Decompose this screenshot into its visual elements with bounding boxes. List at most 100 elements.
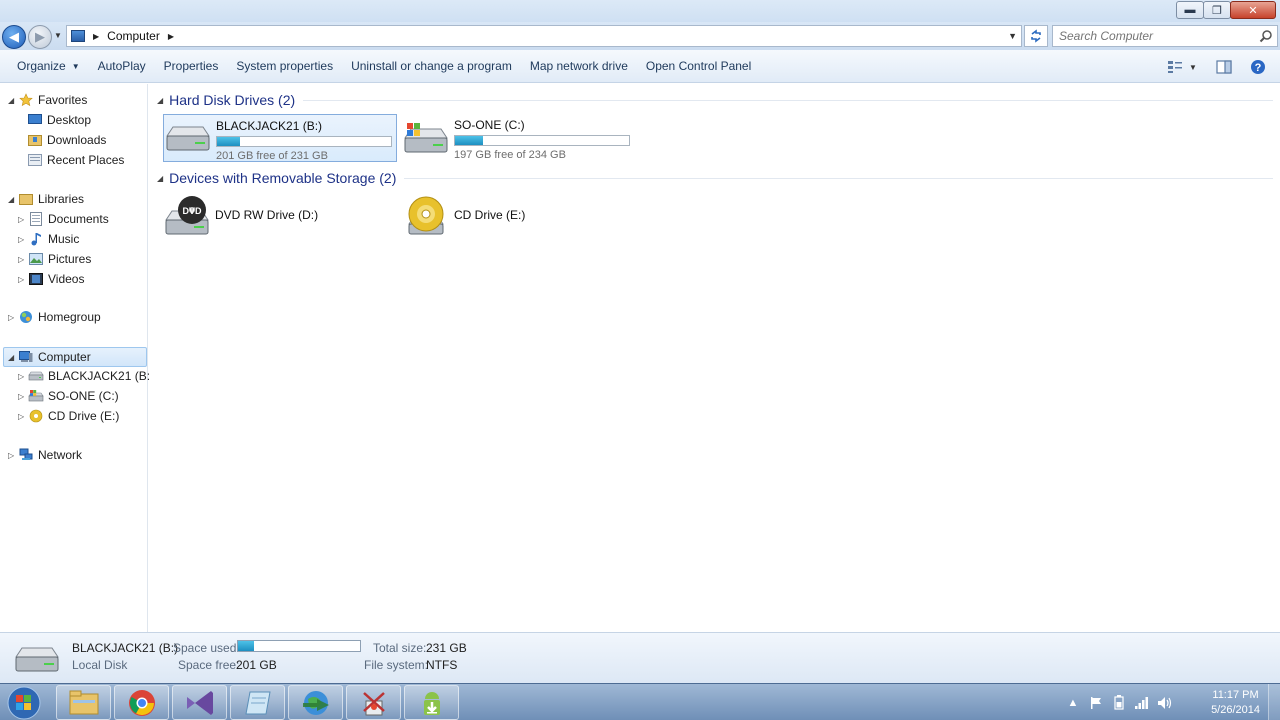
cd-drive-icon (28, 409, 44, 423)
details-space-free-value: 201 GB (236, 658, 277, 672)
search-input[interactable] (1053, 26, 1253, 46)
nav-pictures-label: Pictures (48, 252, 92, 266)
nav-network-label: Network (38, 448, 83, 462)
nav-music[interactable]: ▷ Music (18, 229, 79, 249)
network-signal-icon[interactable] (1134, 695, 1150, 711)
group-header-label: Hard Disk Drives (2) (169, 92, 296, 108)
group-header-hard-disk-drives[interactable]: ◢ Hard Disk Drives (2) (157, 90, 1273, 110)
nav-pictures[interactable]: ▷ Pictures (18, 249, 91, 269)
close-button[interactable]: ✕ (1230, 1, 1276, 19)
expanded-arrow-icon[interactable]: ◢ (8, 195, 18, 204)
drive-tile-blackjack21[interactable]: BLACKJACK21 (B:) 201 GB free of 231 GB (163, 114, 397, 162)
breadcrumb-computer[interactable]: Computer (107, 29, 160, 43)
nav-drive-b[interactable]: ▷ BLACKJACK21 (B:) (18, 366, 154, 386)
star-icon (18, 93, 34, 107)
collapsed-arrow-icon[interactable]: ▷ (18, 275, 28, 284)
device-tile-dvd-rw[interactable]: DVD DVD RW Drive (D:) (163, 192, 397, 240)
taskbar-app-downloader[interactable] (404, 685, 459, 720)
expanded-arrow-icon[interactable]: ◢ (157, 96, 163, 105)
nav-libraries[interactable]: ◢ Libraries (8, 189, 84, 209)
volume-icon[interactable] (1157, 695, 1173, 711)
libraries-icon (18, 192, 34, 206)
hard-drive-icon (14, 645, 60, 678)
back-button[interactable]: ◀ (2, 25, 26, 49)
battery-icon[interactable] (1111, 695, 1127, 711)
collapsed-arrow-icon[interactable]: ▷ (18, 235, 28, 244)
forward-button[interactable]: ▶ (28, 25, 52, 49)
nav-drive-e[interactable]: ▷ CD Drive (E:) (18, 406, 119, 426)
map-network-drive-button[interactable]: Map network drive (521, 54, 637, 78)
expanded-arrow-icon[interactable]: ◢ (157, 174, 163, 183)
refresh-button[interactable] (1024, 25, 1048, 47)
videos-icon (28, 272, 44, 286)
drive-free-space: 197 GB free of 234 GB (454, 149, 566, 161)
nav-documents[interactable]: ▷ Documents (18, 209, 109, 229)
system-clock[interactable]: 11:17 PM 5/26/2014 (1211, 688, 1260, 718)
device-name: CD Drive (E:) (454, 208, 526, 222)
collapsed-arrow-icon[interactable]: ▷ (8, 451, 18, 460)
device-tile-cd-drive[interactable]: CD Drive (E:) (402, 192, 636, 240)
nav-homegroup[interactable]: ▷ Homegroup (8, 307, 101, 327)
nav-network[interactable]: ▷ Network (8, 445, 82, 465)
show-hidden-icons-button[interactable]: ▲ (1065, 695, 1081, 711)
preview-pane-button[interactable] (1214, 58, 1234, 76)
address-dropdown[interactable]: ▼ (1008, 31, 1017, 41)
group-header-removable-storage[interactable]: ◢ Devices with Removable Storage (2) (157, 168, 1273, 188)
expanded-arrow-icon[interactable]: ◢ (8, 353, 18, 362)
nav-recent-places[interactable]: Recent Places (27, 150, 124, 170)
details-drive-type: Local Disk (72, 658, 128, 672)
nav-computer-label: Computer (38, 350, 91, 364)
start-button[interactable] (4, 685, 44, 720)
organize-label: Organize (17, 59, 66, 73)
collapsed-arrow-icon[interactable]: ▷ (18, 215, 28, 224)
breadcrumb-arrow-icon[interactable]: ▶ (168, 32, 174, 41)
collapsed-arrow-icon[interactable]: ▷ (18, 372, 28, 381)
hard-drive-icon (164, 117, 212, 161)
collapsed-arrow-icon[interactable]: ▷ (18, 392, 28, 401)
collapsed-arrow-icon[interactable]: ▷ (18, 412, 28, 421)
taskbar-app-globe[interactable] (288, 685, 343, 720)
open-control-panel-button[interactable]: Open Control Panel (637, 54, 760, 78)
organize-button[interactable]: Organize ▼ (8, 54, 89, 78)
autoplay-button[interactable]: AutoPlay (89, 54, 155, 78)
uninstall-program-button[interactable]: Uninstall or change a program (342, 54, 521, 78)
preview-pane-icon (1216, 60, 1232, 74)
nav-downloads[interactable]: Downloads (27, 130, 106, 150)
taskbar-app-notes[interactable] (230, 685, 285, 720)
taskbar-app-tools[interactable] (346, 685, 401, 720)
chevron-down-icon: ▼ (71, 61, 80, 71)
taskbar-explorer[interactable] (56, 685, 111, 720)
breadcrumb-arrow-icon[interactable]: ▶ (93, 32, 99, 41)
group-divider (303, 99, 1273, 101)
computer-icon (18, 350, 34, 364)
taskbar-chrome[interactable] (114, 685, 169, 720)
nav-favorites[interactable]: ◢ Favorites (8, 90, 87, 110)
details-space-used-label: Space used: (173, 641, 240, 655)
nav-videos[interactable]: ▷ Videos (18, 269, 84, 289)
show-desktop-button[interactable] (1268, 684, 1280, 720)
properties-button[interactable]: Properties (155, 54, 228, 78)
drive-tile-so-one[interactable]: SO-ONE (C:) 197 GB free of 234 GB (402, 114, 636, 162)
taskbar-visual-studio[interactable] (172, 685, 227, 720)
help-button[interactable]: ? (1249, 58, 1267, 76)
action-center-flag-icon[interactable] (1088, 695, 1104, 711)
change-view-button[interactable]: ▼ (1164, 58, 1200, 76)
help-icon: ? (1251, 60, 1265, 74)
minimize-button[interactable]: ▬ (1176, 1, 1204, 19)
nav-desktop-label: Desktop (47, 113, 92, 127)
navigation-pane: ◢ Favorites Desktop Downloads Recent Pla… (0, 84, 154, 632)
nav-computer[interactable]: ◢ Computer (3, 347, 147, 367)
collapsed-arrow-icon[interactable]: ▷ (8, 313, 18, 322)
maximize-button[interactable]: ❐ (1203, 1, 1231, 19)
notepad-icon (244, 691, 271, 714)
recent-pages-dropdown[interactable]: ▼ (54, 31, 62, 40)
group-header-label: Devices with Removable Storage (2) (169, 170, 397, 186)
system-properties-button[interactable]: System properties (227, 54, 342, 78)
nav-desktop[interactable]: Desktop (27, 110, 91, 130)
collapsed-arrow-icon[interactable]: ▷ (18, 255, 28, 264)
search-box[interactable] (1052, 25, 1278, 47)
search-icon[interactable] (1259, 29, 1273, 43)
expanded-arrow-icon[interactable]: ◢ (8, 96, 18, 105)
address-bar[interactable]: ▶ Computer ▶ ▼ (66, 25, 1022, 47)
nav-drive-c[interactable]: ▷ SO-ONE (C:) (18, 386, 119, 406)
